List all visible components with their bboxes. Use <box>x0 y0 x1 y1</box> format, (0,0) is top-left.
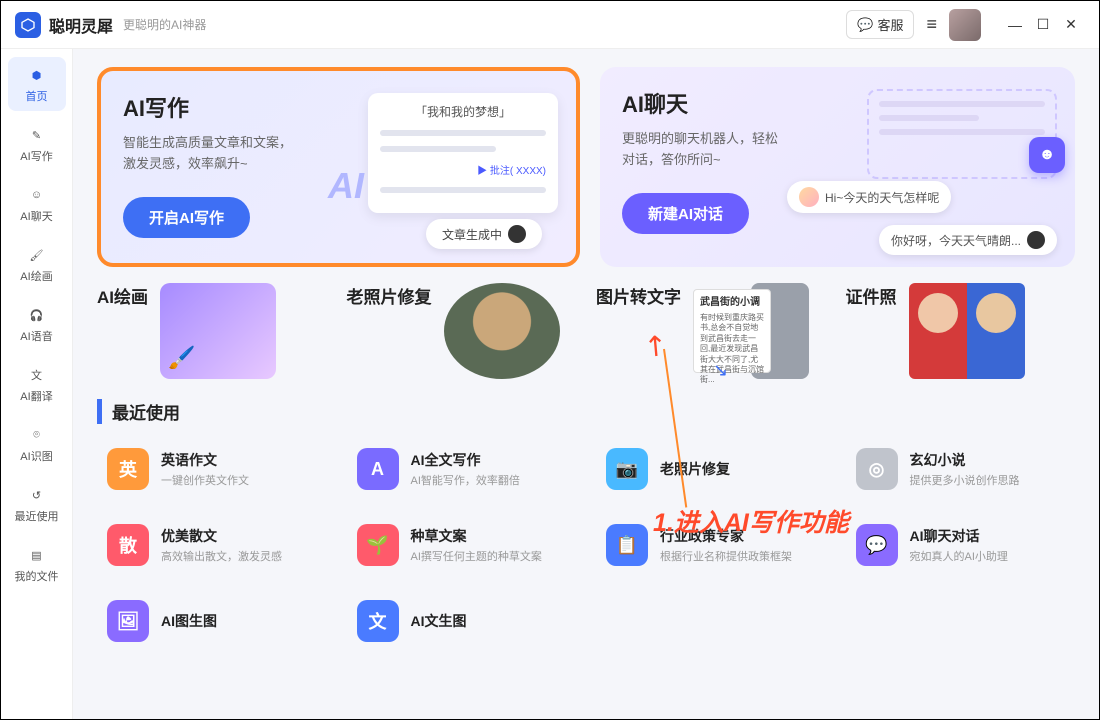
restore-thumb <box>444 283 560 379</box>
sidebar-item-voice[interactable]: 🎧AI语音 <box>8 297 66 351</box>
app-name: 聪明灵犀 <box>49 13 113 37</box>
recent-item-title: 老照片修复 <box>660 459 730 479</box>
maximize-button[interactable]: ☐ <box>1029 11 1057 39</box>
recent-item-icon: 文 <box>357 600 399 642</box>
sidebar: ⬢首页 ✎AI写作 ☺AI聊天 🖌AI绘画 🎧AI语音 文AI翻译 ⌾AI识图 … <box>1 49 73 719</box>
recent-item-icon: 🌱 <box>357 524 399 566</box>
recent-item-sub: 宛如真人的AI小助理 <box>910 548 1008 564</box>
logo-small-icon <box>1027 231 1045 249</box>
recent-item[interactable]: 文 AI文生图 <box>347 590 577 652</box>
sidebar-item-chat[interactable]: ☺AI聊天 <box>8 177 66 231</box>
sidebar-item-scan[interactable]: ⌾AI识图 <box>8 417 66 471</box>
app-logo-icon <box>15 12 41 38</box>
hero-ai-chat[interactable]: AI聊天 更聪明的聊天机器人，轻松对话，答你所问~ 新建AI对话 ☻ Hi~今天… <box>600 67 1075 267</box>
recent-item-sub: 高效输出散文，激发灵感 <box>161 548 282 564</box>
recent-item-sub: 提供更多小说创作思路 <box>910 472 1020 488</box>
writing-preview-card: 「我和我的梦想」 ▶ 批注( XXXX) <box>368 93 558 213</box>
close-button[interactable]: ✕ <box>1057 11 1085 39</box>
app-slogan: 更聪明的AI神器 <box>123 16 206 33</box>
user-face-icon <box>799 187 819 207</box>
recent-item[interactable]: 📷 老照片修复 <box>596 438 826 500</box>
sidebar-item-history[interactable]: ↺最近使用 <box>8 477 66 531</box>
recent-item[interactable]: A AI全文写作 AI智能写作，效率翻倍 <box>347 438 577 500</box>
voice-icon: 🎧 <box>26 304 48 326</box>
sidebar-item-paint[interactable]: 🖌AI绘画 <box>8 237 66 291</box>
smiley-badge-icon: ☻ <box>1029 137 1065 173</box>
hero-ai-writing[interactable]: AI写作 智能生成高质量文章和文案，激发灵感，效率飙升~ 开启AI写作 「我和我… <box>97 67 580 267</box>
file-icon: ▤ <box>26 544 48 566</box>
paint-icon: 🖌 <box>26 244 48 266</box>
recent-grid: 英英语作文一键创作英文作文 A AI全文写作 AI智能写作，效率翻倍 📷 老照片修复 ◎ 玄幻… <box>97 438 1075 652</box>
recent-item[interactable]: 🖼 AI图生图 <box>97 590 327 652</box>
scan-icon: ⌾ <box>26 424 48 446</box>
chat-bubble-bot: 你好呀，今天天气晴朗... <box>879 225 1057 255</box>
home-icon: ⬢ <box>26 64 48 86</box>
recent-item-sub: 一键创作英文作文 <box>161 472 249 488</box>
titlebar: 聪明灵犀 更聪明的AI神器 💬客服 ≡ — ☐ ✕ <box>1 1 1099 49</box>
customer-service-button[interactable]: 💬客服 <box>846 10 914 39</box>
new-chat-button[interactable]: 新建AI对话 <box>622 193 749 234</box>
recent-item-sub: 根据行业名称提供政策框架 <box>660 548 792 564</box>
recent-item-icon: 英 <box>107 448 149 490</box>
recent-item-title: AI聊天对话 <box>910 526 1008 546</box>
main-content: AI写作 智能生成高质量文章和文案，激发灵感，效率飙升~ 开启AI写作 「我和我… <box>73 49 1099 719</box>
recent-item-title: 种草文案 <box>411 526 542 546</box>
minimize-button[interactable]: — <box>1001 11 1029 39</box>
sidebar-item-writing[interactable]: ✎AI写作 <box>8 117 66 171</box>
recent-item[interactable]: 散优美散文高效输出散文，激发灵感 <box>97 514 327 576</box>
annotation-text: 1.进入AI写作功能 <box>653 503 849 539</box>
translate-icon: 文 <box>26 364 48 386</box>
recent-item-title: AI图生图 <box>161 611 217 631</box>
history-icon: ↺ <box>26 484 48 506</box>
recent-item-sub: AI智能写作，效率翻倍 <box>411 472 520 488</box>
feature-ocr[interactable]: 图片转文字武昌街的小调有时候到重庆路买书,总会不自觉地到武昌街去走一回,最近发现… <box>596 283 826 379</box>
recent-item[interactable]: ◎ 玄幻小说提供更多小说创作思路 <box>846 438 1076 500</box>
ai-watermark: AI <box>328 165 364 207</box>
recent-heading: 最近使用 <box>97 399 1075 424</box>
recent-item[interactable]: 💬 AI聊天对话宛如真人的AI小助理 <box>846 514 1076 576</box>
recent-item-icon: 📋 <box>606 524 648 566</box>
recent-item-icon: 💬 <box>856 524 898 566</box>
recent-item[interactable]: 🌱 种草文案 AI撰写任何主题的种草文案 <box>347 514 577 576</box>
feature-id-photo[interactable]: 证件照 <box>846 283 1076 379</box>
arrow-icon: ↘ <box>713 360 728 381</box>
chat-icon: ☺ <box>26 184 48 206</box>
chat-bubble-user: Hi~今天的天气怎样呢 <box>787 181 951 213</box>
start-ai-writing-button[interactable]: 开启AI写作 <box>123 197 250 238</box>
chat-bubble-icon: 💬 <box>857 17 873 33</box>
user-avatar[interactable] <box>949 9 981 41</box>
recent-item-icon: A <box>357 448 399 490</box>
recent-item-title: AI全文写作 <box>411 450 520 470</box>
painting-thumb <box>160 283 276 379</box>
recent-item-icon: ◎ <box>856 448 898 490</box>
recent-item[interactable]: 英英语作文一键创作英文作文 <box>97 438 327 500</box>
feature-photo-restore[interactable]: 老照片修复 <box>347 283 577 379</box>
sidebar-item-home[interactable]: ⬢首页 <box>8 57 66 111</box>
recent-item-icon: 🖼 <box>107 600 149 642</box>
logo-small-icon <box>508 225 526 243</box>
sidebar-item-translate[interactable]: 文AI翻译 <box>8 357 66 411</box>
recent-item-sub: AI撰写任何主题的种草文案 <box>411 548 542 564</box>
recent-item-icon: 📷 <box>606 448 648 490</box>
ocr-thumb: 武昌街的小调有时候到重庆路买书,总会不自觉地到武昌街去走一回,最近发现武昌街大大… <box>693 283 809 379</box>
generating-chip: 文章生成中 <box>426 219 542 249</box>
hamburger-menu-button[interactable]: ≡ <box>926 14 937 35</box>
recent-item-title: AI文生图 <box>411 611 467 631</box>
pen-icon: ✎ <box>26 124 48 146</box>
recent-item-icon: 散 <box>107 524 149 566</box>
recent-item-title: 优美散文 <box>161 526 282 546</box>
sidebar-item-files[interactable]: ▤我的文件 <box>8 537 66 591</box>
idphoto-thumb <box>909 283 1025 379</box>
recent-item-title: 英语作文 <box>161 450 249 470</box>
recent-item-title: 玄幻小说 <box>910 450 1020 470</box>
feature-ai-painting[interactable]: AI绘画 <box>97 283 327 379</box>
